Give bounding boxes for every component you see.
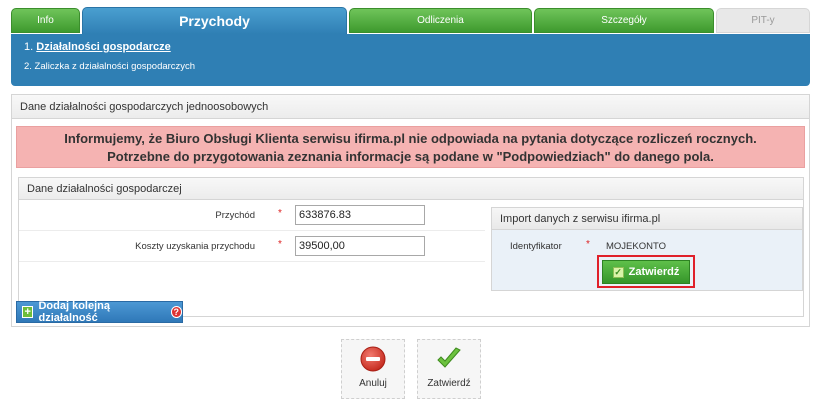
tab-odliczenia[interactable]: Odliczenia [349,8,532,33]
steps-bar: 1. Działalności gospodarcze 2. Zaliczka … [11,34,810,86]
tab-pit: PIT-y [716,8,810,33]
revenue-label: Przychód [215,210,255,221]
highlight-frame: ✓ Zatwierdź [597,255,695,288]
revenue-input[interactable] [295,205,425,225]
step-1-number: 1. [24,41,34,53]
costs-row: Koszty uzyskania przychodu * [19,232,485,262]
import-title: Import danych z serwisu ifirma.pl [492,208,802,230]
pit-form-page: Info Przychody Odliczenia Szczegóły PIT-… [0,0,820,410]
required-mark: * [586,239,590,250]
required-mark: * [278,239,282,250]
add-business-label: Dodaj kolejną działalność [38,300,111,324]
checkbox-icon: ✓ [612,266,624,278]
subpanel-title: Dane działalności gospodarczej [19,178,803,200]
step-1-link[interactable]: Działalności gospodarcze [36,41,170,53]
step-1: 1. Działalności gospodarcze [24,41,171,53]
import-confirm-label: Zatwierdź [628,266,680,278]
alert-line-1: Informujemy, że Biuro Obsługi Klienta se… [64,131,757,146]
plus-icon: + [22,306,34,318]
help-icon[interactable]: ? [170,306,182,318]
tab-info[interactable]: Info [11,8,80,33]
import-box: Import danych z serwisu ifirma.pl Identy… [491,207,803,291]
add-business-button[interactable]: + Dodaj kolejną działalność ? [16,300,183,324]
tab-szczegoly-label: Szczegóły [601,15,647,26]
business-subpanel: Dane działalności gospodarczej Przychód … [18,177,804,317]
panel-title: Dane działalności gospodarczych jednooso… [12,95,809,119]
tab-info-label: Info [37,15,54,26]
step-2[interactable]: 2. Zaliczka z działalności gospodarczych [24,61,195,72]
import-confirm-button[interactable]: ✓ Zatwierdź [602,260,690,284]
costs-input[interactable] [295,236,425,256]
identifier-label: Identyfikator [510,241,562,252]
confirm-label: Zatwierdź [427,378,471,389]
revenue-row: Przychód * [19,201,485,231]
costs-label: Koszty uzyskania przychodu [135,241,255,252]
tab-przychody-label: Przychody [179,13,250,29]
confirm-button[interactable]: Zatwierdź [417,339,481,399]
info-alert: Informujemy, że Biuro Obsługi Klienta se… [16,126,805,168]
business-data-panel: Dane działalności gospodarczych jednooso… [11,94,810,327]
identifier-value: MOJEKONTO [606,241,666,252]
tab-szczegoly[interactable]: Szczegóły [534,8,714,33]
cancel-icon [360,346,386,372]
cancel-button[interactable]: Anuluj [341,339,405,399]
alert-line-2: Potrzebne do przygotowania zeznania info… [107,149,714,164]
checkmark-icon [437,347,461,368]
cancel-label: Anuluj [359,378,387,389]
tab-pit-label: PIT-y [751,15,775,26]
required-mark: * [278,208,282,219]
tab-przychody[interactable]: Przychody [82,7,347,34]
tab-odliczenia-label: Odliczenia [417,15,464,26]
